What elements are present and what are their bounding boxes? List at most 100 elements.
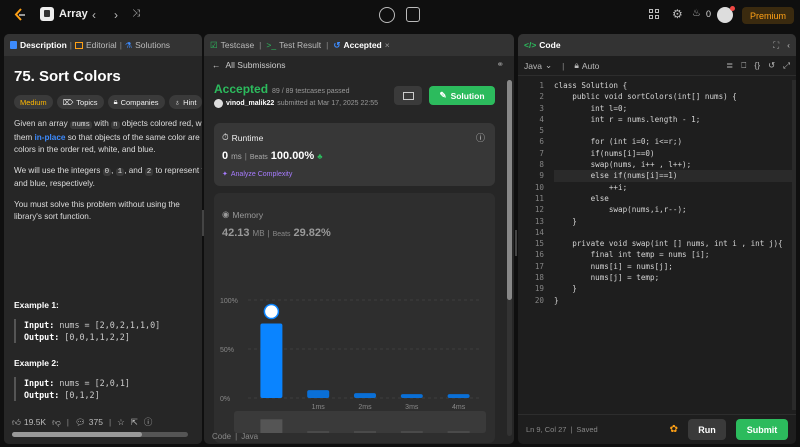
pane-splitter[interactable] <box>515 230 517 256</box>
leetcode-logo[interactable] <box>14 8 26 22</box>
hint-tag[interactable]: ♁ Hint <box>168 95 202 109</box>
next-problem-icon[interactable]: › <box>114 8 118 22</box>
grid-icon[interactable] <box>649 9 659 19</box>
chart-bar[interactable] <box>260 323 283 398</box>
horizontal-scrollbar[interactable] <box>12 432 188 437</box>
help-icon[interactable]: ⓘ <box>144 416 153 428</box>
notes-button[interactable] <box>406 7 420 22</box>
solution-button[interactable]: ✎ Solution <box>429 86 495 105</box>
code-line[interactable]: for (int i=0; i<=r;) <box>554 136 794 147</box>
code-line[interactable]: int r = nums.length - 1; <box>554 114 794 125</box>
editor-toolbar: Java ⌄ | 🔒︎ Auto ≣ ⎕ {} ↺ ⤢ <box>518 56 796 76</box>
analyze-complexity-link[interactable]: ✦ Analyze Complexity <box>222 170 292 179</box>
vertical-scrollbar[interactable] <box>507 80 512 436</box>
timer-button[interactable] <box>379 7 395 23</box>
pane-splitter[interactable] <box>202 210 204 236</box>
shuffle-icon[interactable]: ⤨ <box>132 8 140 19</box>
tab-code[interactable]: </> Code <box>524 40 561 50</box>
expand-icon[interactable]: ⛶ <box>773 40 779 51</box>
code-line[interactable]: swap(nums,i,r--); <box>554 204 794 215</box>
tab-editorial[interactable]: Editorial <box>74 40 117 50</box>
chart-bar[interactable] <box>307 390 330 398</box>
code-area[interactable]: 1 2 3 4 5 6 7 8 9 10 11 12 13 14 15 16 17 18 19 20 class So… <box>518 80 796 410</box>
tab-description[interactable]: Description <box>10 40 67 50</box>
chart-bar[interactable] <box>400 394 423 398</box>
tab-solutions[interactable]: ⚗ Solutions <box>125 40 170 50</box>
user-avatar[interactable] <box>214 99 223 108</box>
share-icon[interactable]: ⇱ <box>131 417 138 428</box>
y-tick-label: 50% <box>220 347 234 354</box>
code-line[interactable]: int l=0; <box>554 103 794 114</box>
in-place-link[interactable]: in-place <box>34 133 65 142</box>
premium-button[interactable]: Premium <box>742 7 794 24</box>
bookmark-icon[interactable]: ⎕ <box>741 60 746 71</box>
runtime-beats-value: 100.00% <box>270 150 315 162</box>
code-line[interactable]: nums[j] = temp; <box>554 272 794 283</box>
code-line[interactable]: if(nums[i]==0) <box>554 148 794 159</box>
code-line[interactable]: final int temp = nums [i]; <box>554 249 794 260</box>
memory-section[interactable]: ◉ Memory 42.13 MB | Beats 29.82% 100% 50% 0… <box>214 193 495 443</box>
chart-bar[interactable] <box>354 393 376 398</box>
chart-bar[interactable] <box>447 394 470 398</box>
language-select[interactable]: Java ⌄ <box>524 60 552 71</box>
line-number: 6 <box>539 137 544 147</box>
favorite-star-icon[interactable]: ☆ <box>117 417 125 428</box>
tab-accepted[interactable]: ↺ Accepted × <box>333 40 389 51</box>
code-icon: </> <box>524 40 537 50</box>
like-button[interactable]: 👍︎ 19.5K <box>12 417 46 428</box>
runtime-card[interactable]: ⏱︎ Runtime ⓘ 0 ms | Beats 100.00% ♣ ✦ Anal… <box>214 123 495 186</box>
problem-list-button[interactable]: Array <box>40 7 88 21</box>
braces-icon[interactable]: {} <box>754 60 760 71</box>
reset-icon[interactable]: ↺ <box>768 60 775 71</box>
code-editor-pane: </> Code ⛶ ‹ Java ⌄ | 🔒︎ Auto ≣ ⎕ {} ↺ ⤢ 1… <box>518 34 796 444</box>
close-tab-icon[interactable]: × <box>385 40 390 50</box>
code-line[interactable]: nums[i] = nums[j]; <box>554 261 794 272</box>
code-line[interactable]: } <box>554 295 794 306</box>
run-button[interactable]: Run <box>688 419 726 440</box>
code-line[interactable]: class Solution { <box>554 80 794 91</box>
info-icon[interactable]: ⓘ <box>476 131 485 144</box>
code-line[interactable]: ++i; <box>554 182 794 193</box>
memory-label: Memory <box>232 209 264 220</box>
editorial-button[interactable] <box>394 86 422 105</box>
tab-testcase[interactable]: ☑ Testcase <box>210 40 254 51</box>
code-line[interactable]: } <box>554 283 794 294</box>
avatar[interactable] <box>717 6 735 23</box>
editor-scrollbar[interactable] <box>792 80 796 410</box>
username[interactable]: vinod_malik22 <box>226 100 274 107</box>
code-line[interactable] <box>554 227 794 238</box>
tab-test-result[interactable]: >_ Test Result <box>266 40 321 50</box>
your-submission-marker <box>263 303 280 320</box>
collapse-icon[interactable]: ‹ <box>787 40 790 51</box>
code-lines[interactable]: class Solution { public void sortColors(… <box>554 80 794 306</box>
runtime-unit: ms <box>231 152 242 161</box>
line-number: 3 <box>539 103 544 113</box>
debug-icon[interactable]: ✿ <box>670 424 678 435</box>
code-line[interactable] <box>554 125 794 136</box>
format-icon[interactable]: ≣ <box>726 60 733 71</box>
code-line[interactable]: else <box>554 193 794 204</box>
code-line[interactable]: } <box>554 216 794 227</box>
runtime-distribution-chart[interactable]: 100% 50% 0% 1ms 2ms 3ms 4ms <box>214 243 495 443</box>
auto-mode-toggle[interactable]: 🔒︎ Auto <box>574 60 599 71</box>
range-slider-bar <box>447 431 470 433</box>
submit-button[interactable]: Submit <box>736 419 788 440</box>
streak-fire-icon[interactable]: ♨ <box>692 8 701 19</box>
code-line[interactable]: public void sortColors(int[] nums) { <box>554 91 794 102</box>
comments-button[interactable]: 💬︎ 375 <box>75 417 103 428</box>
streak-count: 0 <box>706 9 712 19</box>
companies-tag[interactable]: 🔒︎ Companies <box>107 95 165 109</box>
settings-gear-icon[interactable]: ⚙ <box>672 7 683 21</box>
link-icon[interactable]: ⚭ <box>496 59 504 70</box>
topics-tag[interactable]: ⌦ Topics <box>56 95 104 109</box>
prev-problem-icon[interactable]: ‹ <box>92 8 96 22</box>
sparkle-icon: ✦ <box>222 171 228 178</box>
code-line[interactable]: else if(nums[i]==1) <box>554 170 794 182</box>
list-icon <box>40 7 54 21</box>
code-line[interactable]: private void swap(int [] nums, int i , i… <box>554 238 794 249</box>
all-submissions-link[interactable]: ← All Submissions <box>212 60 286 70</box>
fullscreen-icon[interactable]: ⤢ <box>783 60 790 71</box>
code-line[interactable]: swap(nums, i++ , l++); <box>554 159 794 170</box>
line-number: 5 <box>539 126 544 136</box>
dislike-button[interactable]: 👎︎ <box>52 417 61 428</box>
